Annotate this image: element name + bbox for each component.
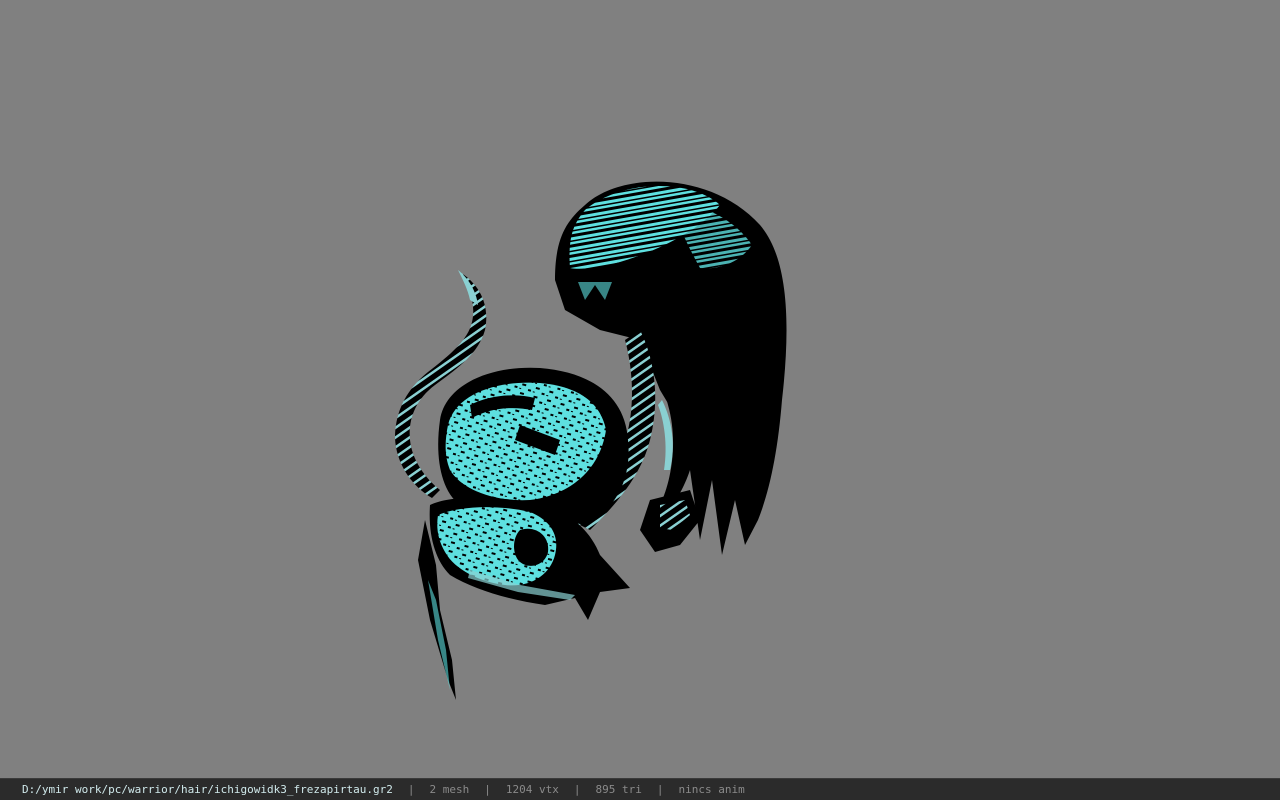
status-bar: D:/ymir work/pc/warrior/hair/ichigowidk3…: [0, 778, 1280, 800]
model-viewport[interactable]: [0, 0, 1280, 778]
status-separator: |: [484, 783, 491, 796]
mesh-count-label: 2 mesh: [429, 783, 470, 796]
status-separator: |: [573, 783, 581, 796]
file-path-label: D:/ymir work/pc/warrior/hair/ichigowidk3…: [22, 783, 393, 796]
status-separator: |: [407, 783, 415, 796]
animation-status-label: nincs anim: [678, 783, 745, 796]
status-separator: |: [656, 783, 664, 796]
vertex-count-label: 1204 vtx: [505, 783, 559, 796]
hair-model-render: [395, 181, 787, 700]
triangle-count-label: 895 tri: [595, 783, 642, 796]
